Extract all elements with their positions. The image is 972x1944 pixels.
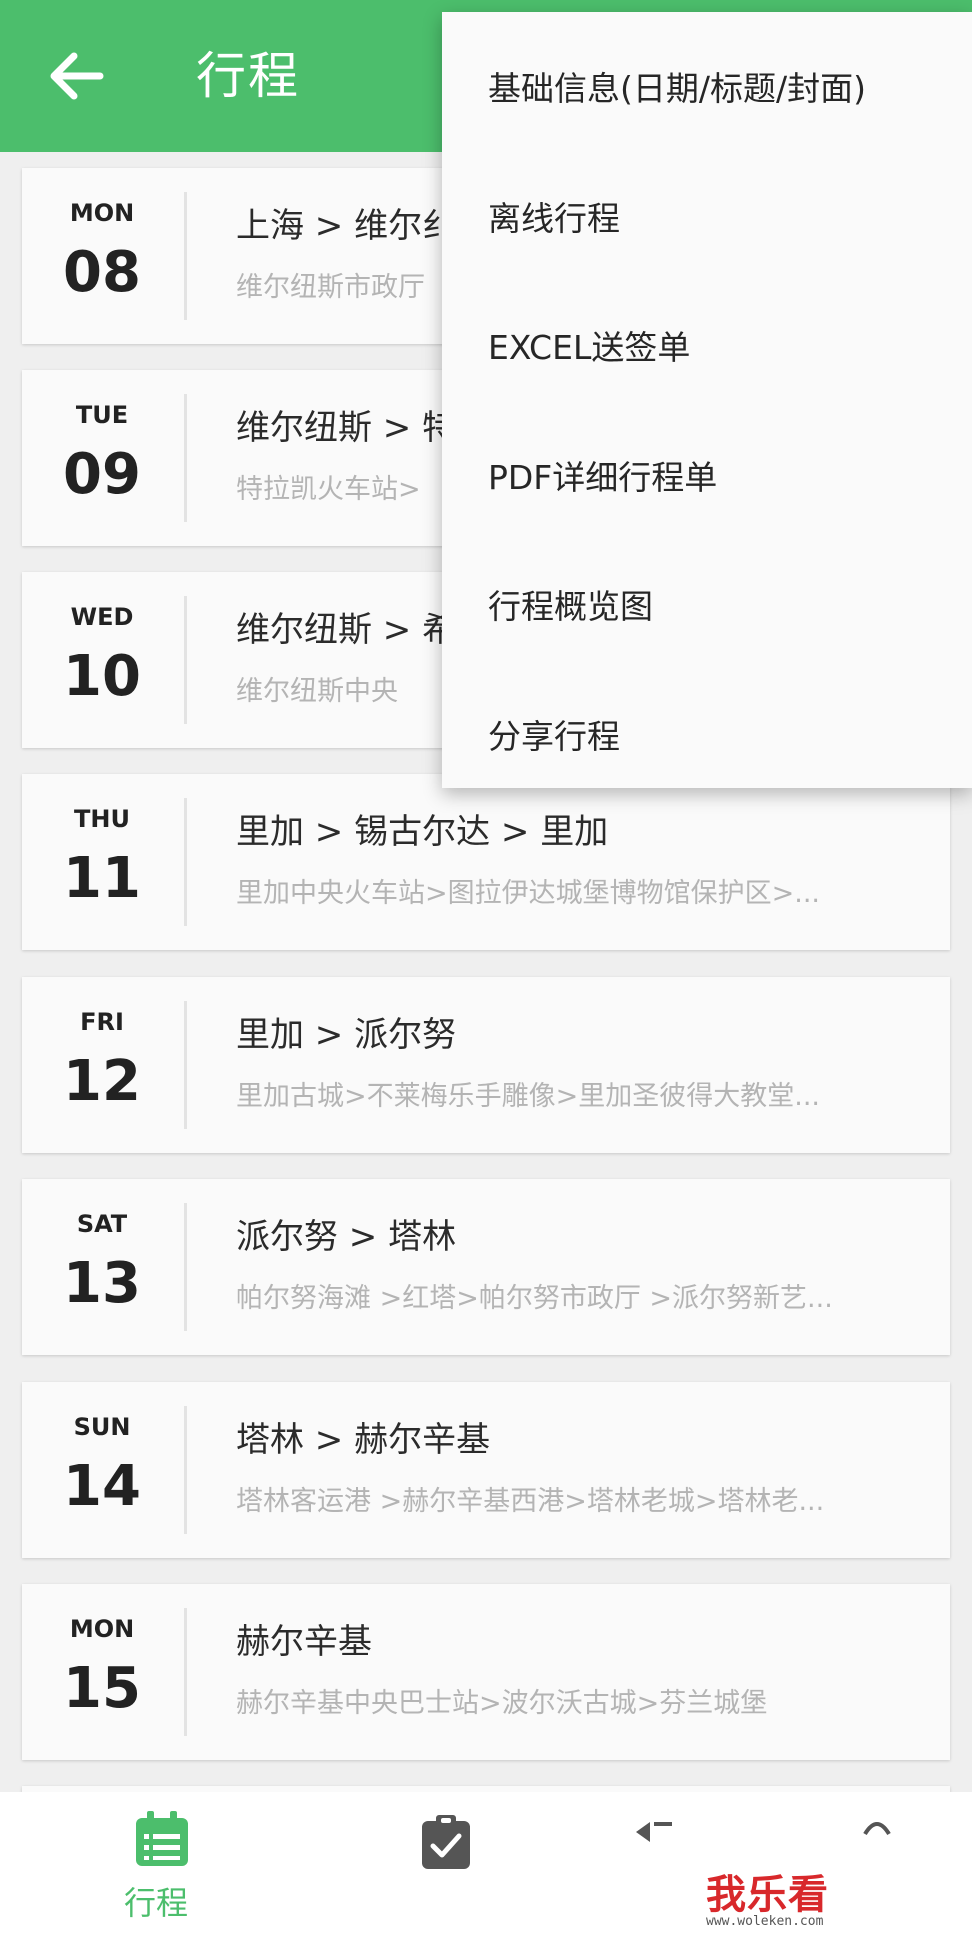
weekday-label: FRI [80,1008,124,1036]
route-title: 赫尔辛基 [236,1622,372,1662]
weekday-label: SUN [73,1413,131,1441]
weekday-label: THU [74,805,130,833]
calendar-list-icon [136,1811,188,1866]
weekday-label: MON [69,1615,135,1643]
divider [184,596,187,724]
divider [184,1608,187,1736]
partial-icon [636,1822,672,1842]
date-block: THU 11 [22,774,182,950]
watermark-url: www.woleken.com [706,1914,824,1929]
divider [184,1406,187,1534]
nav-tab-checklist[interactable] [414,1810,478,1880]
date-block: TUE 09 [22,370,182,546]
nav-tab-partial[interactable] [628,1818,680,1846]
route-title: 派尔努 > 塔林 [236,1217,457,1257]
menu-item-share[interactable]: 分享行程 [442,672,972,802]
day-number: 15 [63,1656,141,1721]
itinerary-card[interactable]: SUN 14 塔林 > 赫尔辛基 塔林客运港 >赫尔辛基西港>塔林老城>塔林老.… [22,1382,950,1558]
itinerary-card[interactable]: FRI 12 里加 > 派尔努 里加古城>不莱梅乐手雕像>里加圣彼得大教堂... [22,977,950,1153]
date-block: MON 15 [22,1584,182,1760]
route-stops: 塔林客运港 >赫尔辛基西港>塔林老城>塔林老... [236,1486,825,1517]
day-number: 08 [63,240,141,305]
day-number: 10 [63,644,141,709]
route-stops: 帕尔努海滩 >红塔>帕尔努市政厅 >派尔努新艺... [236,1283,833,1314]
date-block: MON 08 [22,168,182,344]
menu-item-offline[interactable]: 离线行程 [442,154,972,284]
arrow-left-icon [50,52,104,100]
day-number: 12 [63,1049,141,1114]
weekday-label: SAT [76,1210,128,1238]
nav-tab-profile[interactable] [862,1818,892,1838]
day-number: 13 [63,1251,141,1316]
day-number: 14 [63,1454,141,1519]
day-number: 11 [63,846,141,911]
weekday-label: WED [70,603,134,631]
menu-item-overview-map[interactable]: 行程概览图 [442,542,972,672]
back-button[interactable] [44,44,108,108]
route-title: 里加 > 锡古尔达 > 里加 [236,812,609,852]
menu-item-excel[interactable]: EXCEL送签单 [442,283,972,413]
user-icon [863,1822,891,1836]
divider [184,192,187,320]
route-stops: 里加中央火车站>图拉伊达城堡博物馆保护区>... [236,878,820,909]
day-number: 09 [63,442,141,507]
itinerary-card[interactable]: SAT 13 派尔努 > 塔林 帕尔努海滩 >红塔>帕尔努市政厅 >派尔努新艺.… [22,1179,950,1355]
weekday-label: MON [69,199,135,227]
menu-item-pdf[interactable]: PDF详细行程单 [442,413,972,543]
date-block: SAT 13 [22,1179,182,1355]
date-block: FRI 12 [22,977,182,1153]
weekday-label: TUE [75,401,129,429]
divider [184,1001,187,1129]
nav-label-itinerary: 行程 [124,1884,189,1922]
clipboard-check-icon [422,1815,470,1869]
nav-tab-itinerary[interactable]: 行程 [110,1808,214,1934]
overflow-menu: 基础信息(日期/标题/封面) 离线行程 EXCEL送签单 PDF详细行程单 行程… [442,12,972,788]
page-title: 行程 [196,47,300,105]
divider [184,798,187,926]
divider [184,1203,187,1331]
date-block: SUN 14 [22,1382,182,1558]
itinerary-card[interactable]: MON 15 赫尔辛基 赫尔辛基中央巴士站>波尔沃古城>芬兰城堡 [22,1584,950,1760]
route-title: 里加 > 派尔努 [236,1015,457,1055]
route-stops: 里加古城>不莱梅乐手雕像>里加圣彼得大教堂... [236,1081,820,1112]
route-stops: 赫尔辛基中央巴士站>波尔沃古城>芬兰城堡 [236,1688,768,1719]
date-block: WED 10 [22,572,182,748]
route-title: 塔林 > 赫尔辛基 [236,1420,491,1460]
app: 行程 MON 08 上海 > 维尔纟 维尔纽斯市政厅 TUE 09 维尔纽斯 >… [0,0,972,1944]
divider [184,394,187,522]
watermark-logo: 我乐看 [706,1872,829,1918]
menu-item-basic-info[interactable]: 基础信息(日期/标题/封面) [442,24,972,154]
